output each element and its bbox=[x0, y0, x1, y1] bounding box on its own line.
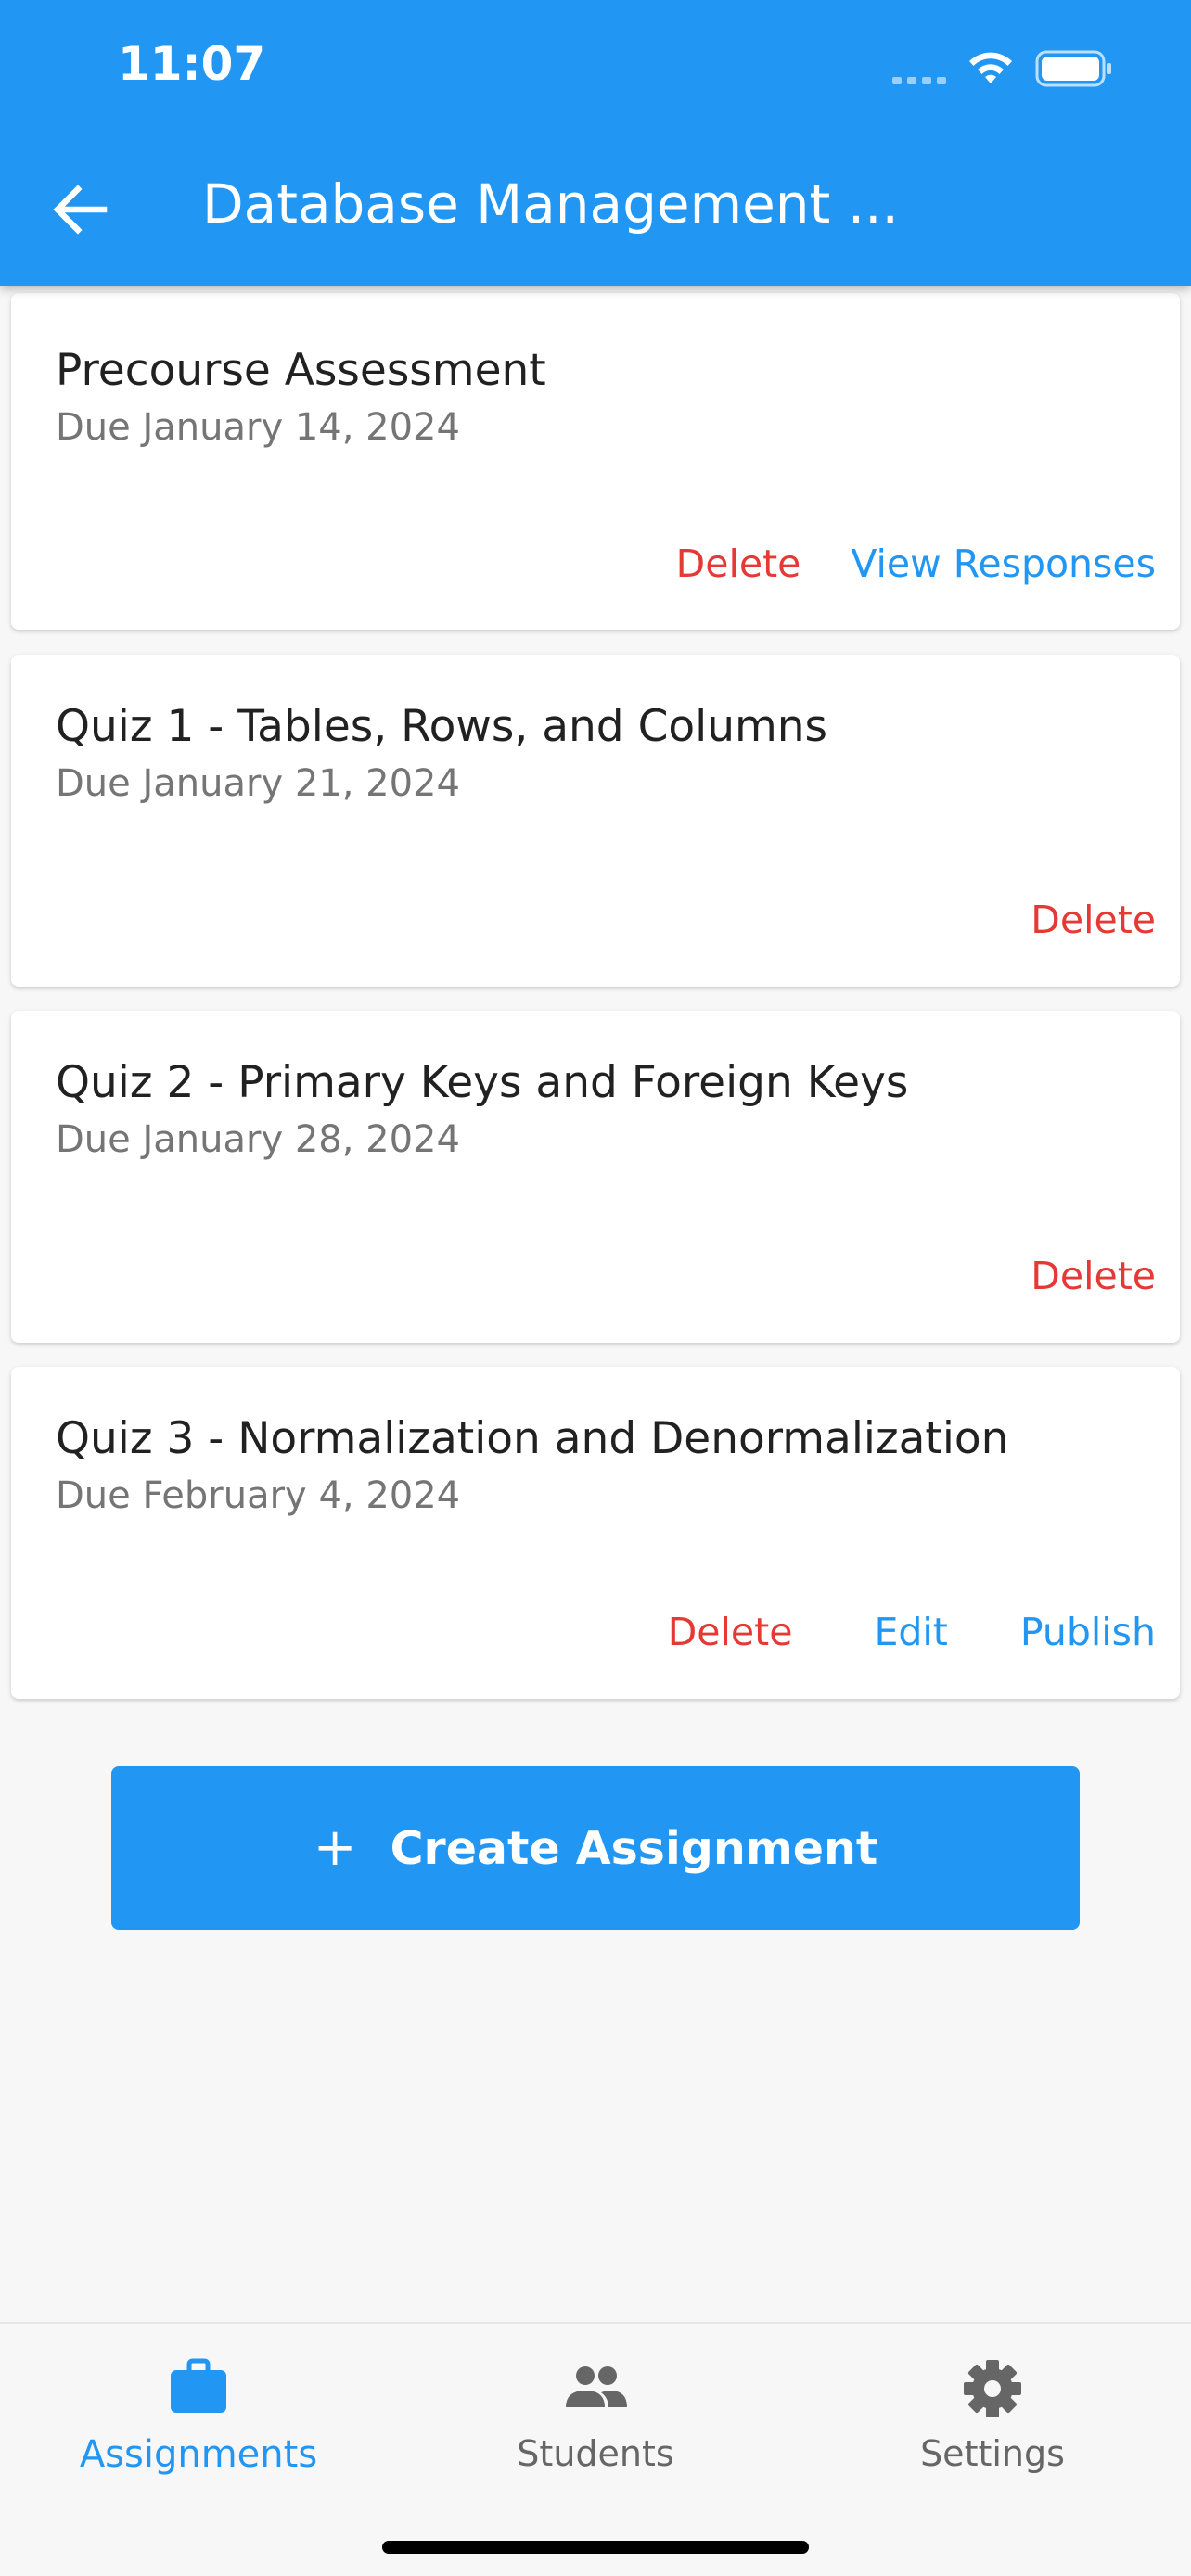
wifi-icon bbox=[969, 52, 1012, 83]
assignment-title: Precourse Assessment bbox=[56, 345, 546, 396]
assignment-card: Quiz 1 - Tables, Rows, and Columns Due J… bbox=[11, 655, 1180, 987]
create-assignment-button[interactable]: + Create Assignment bbox=[111, 1766, 1080, 1930]
briefcase-icon bbox=[171, 2358, 226, 2413]
delete-button[interactable]: Delete bbox=[1008, 898, 1156, 942]
status-time: 11:07 bbox=[118, 37, 266, 91]
assignment-title: Quiz 3 - Normalization and Denormalizati… bbox=[56, 1413, 1009, 1464]
assignment-due-date: Due January 21, 2024 bbox=[56, 762, 460, 805]
delete-button[interactable]: Delete bbox=[1008, 1254, 1156, 1298]
people-icon bbox=[566, 2366, 627, 2407]
card-actions: Delete bbox=[1008, 898, 1156, 942]
publish-button[interactable]: Publish bbox=[989, 1610, 1156, 1654]
plus-icon: + bbox=[313, 1817, 357, 1878]
edit-button[interactable]: Edit bbox=[833, 1610, 988, 1654]
home-indicator bbox=[382, 2541, 809, 2554]
assignment-card: Quiz 3 - Normalization and Denormalizati… bbox=[11, 1367, 1180, 1699]
back-button[interactable] bbox=[46, 176, 113, 243]
status-icons bbox=[892, 48, 1113, 89]
battery-icon bbox=[1035, 50, 1111, 87]
card-actions: Delete Edit Publish bbox=[646, 1610, 1156, 1654]
assignment-title: Quiz 2 - Primary Keys and Foreign Keys bbox=[56, 1057, 909, 1108]
create-assignment-label: Create Assignment bbox=[390, 1821, 878, 1875]
card-actions: Delete bbox=[1008, 1254, 1156, 1298]
bottom-navigation: Assignments Students Settings bbox=[0, 2322, 1191, 2576]
assignment-due-date: Due January 28, 2024 bbox=[56, 1118, 460, 1161]
nav-item-settings[interactable]: Settings bbox=[853, 2352, 1132, 2474]
gear-icon bbox=[964, 2360, 1021, 2417]
nav-label: Settings bbox=[920, 2433, 1065, 2474]
arrow-back-icon bbox=[53, 185, 108, 235]
delete-button[interactable]: Delete bbox=[646, 1610, 834, 1654]
assignment-due-date: Due January 14, 2024 bbox=[56, 406, 460, 449]
nav-item-students[interactable]: Students bbox=[456, 2352, 735, 2474]
assignment-title: Quiz 1 - Tables, Rows, and Columns bbox=[56, 701, 828, 752]
delete-button[interactable]: Delete bbox=[654, 542, 829, 586]
page-title: Database Management ... bbox=[202, 172, 899, 236]
nav-label: Students bbox=[517, 2433, 674, 2474]
nav-item-assignments[interactable]: Assignments bbox=[59, 2352, 338, 2476]
screen: 11:07 Database Management ... Precourse … bbox=[0, 0, 1191, 2576]
nav-label: Assignments bbox=[79, 2433, 318, 2476]
assignment-card: Quiz 2 - Primary Keys and Foreign Keys D… bbox=[11, 1011, 1180, 1343]
cellular-signal-icon bbox=[892, 77, 946, 84]
card-actions: Delete View Responses bbox=[654, 542, 1156, 586]
view-responses-button[interactable]: View Responses bbox=[828, 542, 1156, 586]
assignment-due-date: Due February 4, 2024 bbox=[56, 1474, 461, 1517]
assignment-card: Precourse Assessment Due January 14, 202… bbox=[11, 293, 1180, 630]
app-bar: 11:07 Database Management ... bbox=[0, 0, 1191, 286]
